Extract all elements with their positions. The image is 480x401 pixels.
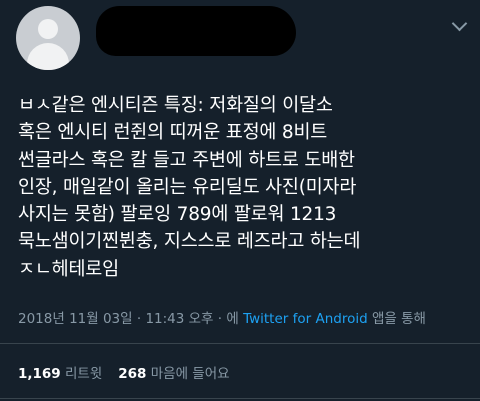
tweet-line: 사지는 못함) 팔로잉 789에 팔로워 1213 (18, 204, 337, 226)
likes-stat[interactable]: 268 마음에 들어요 (118, 366, 229, 382)
tweet-text: ㅂㅅ같은 엔시티즌 특징: 저화질의 이달소혹은 엔시티 런쥔의 띠꺼운 표정에… (18, 92, 468, 283)
avatar-shoulders (27, 43, 69, 70)
tweet-line: 인장, 매일같이 올리는 유리딜도 사진(미자라 (18, 176, 357, 198)
retweets-label: 리트윗 (65, 366, 103, 382)
tweet-line: 썬글라스 혹은 칼 들고 주변에 하트로 도배한 (18, 149, 355, 171)
tweet-line: 혹은 엔시티 런쥔의 띠꺼운 표정에 8비트 (18, 122, 328, 144)
redacted-username (96, 6, 296, 56)
tweet-line: ㅂㅅ같은 엔시티즌 특징: 저화질의 이달소 (18, 95, 333, 116)
likes-label: 마음에 들어요 (150, 366, 230, 382)
retweets-stat[interactable]: 1,169 리트윗 (18, 366, 102, 382)
default-avatar-icon (38, 19, 58, 39)
tweet-line: 묵노샘이기찐뷘충, 지스스로 레즈라고 하는데 (18, 231, 361, 253)
via-prefix: · 에 (213, 311, 244, 327)
avatar[interactable] (16, 6, 80, 70)
tweet-time[interactable]: 11:43 오후 (145, 311, 213, 327)
retweets-count: 1,169 (18, 366, 61, 382)
chevron-down-icon[interactable] (451, 15, 468, 32)
via-suffix: 앱을 통해 (367, 311, 426, 327)
divider (0, 343, 480, 344)
tweet-stats: 1,169 리트윗 268 마음에 들어요 (18, 362, 230, 382)
divider (0, 398, 480, 399)
source-app-link[interactable]: Twitter for Android (243, 311, 368, 327)
meta-separator: · (132, 311, 146, 327)
likes-count: 268 (118, 366, 147, 382)
tweet-metadata: 2018년 11월 03일 · 11:43 오후 · 에 Twitter for… (18, 307, 426, 327)
tweet-date[interactable]: 2018년 11월 03일 (18, 311, 133, 327)
tweet-line: ㅈㄴ헤테로임 (18, 258, 119, 280)
tweet-detail: ㅂㅅ같은 엔시티즌 특징: 저화질의 이달소혹은 엔시티 런쥔의 띠꺼운 표정에… (0, 0, 480, 401)
